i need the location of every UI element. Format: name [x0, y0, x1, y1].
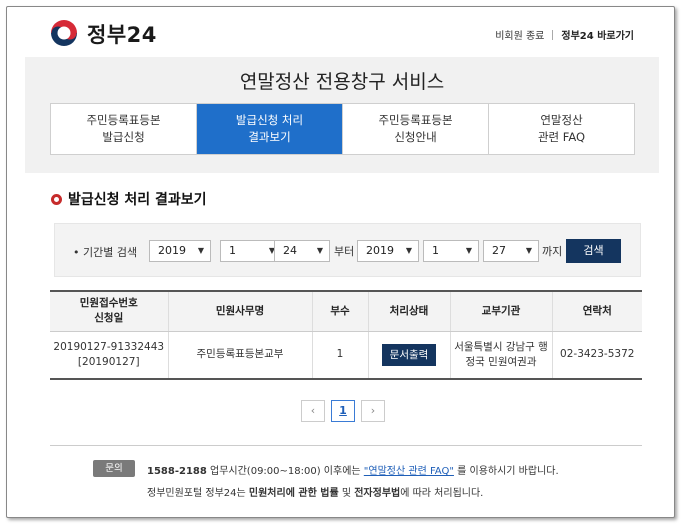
- to-month-value: 1: [432, 244, 439, 257]
- header-copies: 부수: [311, 291, 368, 332]
- search-button[interactable]: 검색: [566, 239, 621, 263]
- inquiry-tail: 를 이용하시기 바랍니다.: [453, 466, 559, 477]
- caret-down-icon: ▼: [197, 246, 204, 255]
- browser-frame: 정부24 비회원 종료 정부24 바로가기 연말정산 전용창구 서비스 주민등록…: [6, 6, 675, 518]
- brand-name[interactable]: 정부24: [87, 19, 157, 49]
- period-search-box: • 기간별 검색 2019 ▼ 1 ▼ 24 ▼ 부터 2019 ▼ 1 ▼ 2…: [54, 223, 641, 277]
- from-day-select[interactable]: 24 ▼: [274, 240, 330, 262]
- banner-title: 연말정산 전용창구 서비스: [239, 71, 445, 93]
- from-year-select[interactable]: 2019 ▼: [149, 240, 211, 262]
- bullet-ring-icon: [51, 193, 62, 205]
- gov24-shortcut-link[interactable]: 정부24 바로가기: [561, 27, 634, 42]
- inquiry-phone: 1588-2188: [147, 466, 207, 477]
- section-title-text: 발급신청 처리 결과보기: [68, 192, 207, 208]
- legal-text-a: 정부민원포털 정부24는: [147, 488, 249, 499]
- application-date: [20190127]: [77, 355, 140, 368]
- tab-view-results[interactable]: 발급신청 처리 결과보기: [196, 104, 342, 154]
- legal-notice: 정부민원포털 정부24는 민원처리에 관한 법률 및 전자정부법에 따라 처리됩…: [147, 484, 483, 499]
- cell-agency: 서울특별시 강남구 행 정국 민원여권과: [449, 331, 552, 380]
- header-receipt-line1: 민원접수번호: [79, 297, 138, 310]
- legal-text-b: 민원처리에 관한 법률: [248, 488, 339, 499]
- period-search-label: • 기간별 검색: [73, 246, 138, 259]
- header-status: 처리상태: [367, 291, 450, 332]
- results-table: 민원접수번호 신청일 민원사무명 부수 처리상태 교부기관 연락처 201901…: [50, 290, 642, 380]
- tab-label-line1: 연말정산: [540, 113, 583, 127]
- section-title: 발급신청 처리 결과보기: [51, 189, 207, 209]
- caret-down-icon: ▼: [525, 246, 532, 255]
- caret-down-icon: ▼: [465, 246, 472, 255]
- inquiry-hours: 업무시간(09:00~18:00) 이후에는: [206, 466, 364, 477]
- from-month-value: 1: [229, 244, 236, 257]
- header-contact: 연락처: [551, 291, 642, 332]
- header-agency: 교부기관: [449, 291, 552, 332]
- tab-label-line2: 신청안내: [394, 130, 437, 144]
- table-header-row: 민원접수번호 신청일 민원사무명 부수 처리상태 교부기관 연락처: [50, 291, 642, 332]
- cell-receipt: 20190127-91332443 [20190127]: [50, 331, 168, 380]
- to-month-select[interactable]: 1 ▼: [423, 240, 479, 262]
- agency-line2: 정국 민원여권과: [465, 355, 537, 368]
- from-word: 부터: [334, 245, 355, 258]
- pagination: ‹ 1 ›: [301, 400, 385, 422]
- receipt-number: 20190127-91332443: [53, 340, 165, 353]
- tab-label-line1: 주민등록표등본: [378, 113, 453, 127]
- header-receipt: 민원접수번호 신청일: [50, 291, 168, 332]
- tab-label-line1: 주민등록표등본: [86, 113, 161, 127]
- to-day-select[interactable]: 27 ▼: [483, 240, 539, 262]
- agency-line1: 서울특별시 강남구 행: [454, 340, 548, 353]
- legal-text-d: 전자정부법: [354, 488, 401, 499]
- tab-label-line2: 결과보기: [248, 130, 291, 144]
- cell-copies: 1: [311, 331, 368, 380]
- tab-label-line2: 발급신청: [102, 130, 145, 144]
- from-day-value: 24: [283, 244, 297, 257]
- header-receipt-line2: 신청일: [94, 312, 124, 325]
- next-page-button[interactable]: ›: [361, 400, 385, 422]
- site-header: 정부24 비회원 종료 정부24 바로가기: [7, 7, 674, 57]
- tab-label-line1: 발급신청 처리: [235, 113, 304, 127]
- service-tabs: 주민등록표등본 발급신청 발급신청 처리 결과보기 주민등록표등본 신청안내 연…: [50, 103, 635, 155]
- to-year-select[interactable]: 2019 ▼: [357, 240, 419, 262]
- legal-text-c: 및: [338, 488, 355, 499]
- inquiry-badge: 문의: [93, 460, 135, 477]
- legal-text-e: 에 따라 처리됩니다.: [400, 488, 484, 499]
- cell-contact: 02-3423-5372: [551, 331, 642, 380]
- caret-down-icon: ▼: [316, 246, 323, 255]
- faq-link[interactable]: "연말정산 관련 FAQ": [364, 466, 454, 477]
- prev-page-button[interactable]: ‹: [301, 400, 325, 422]
- tab-apply-certificate[interactable]: 주민등록표등본 발급신청: [51, 104, 196, 154]
- top-links: 비회원 종료 정부24 바로가기: [495, 27, 634, 42]
- cell-service: 주민등록표등본교부: [167, 331, 312, 380]
- to-year-value: 2019: [366, 244, 394, 257]
- tab-application-guide[interactable]: 주민등록표등본 신청안내: [342, 104, 488, 154]
- service-banner: 연말정산 전용창구 서비스 주민등록표등본 발급신청 발급신청 처리 결과보기 …: [25, 57, 659, 173]
- from-year-value: 2019: [158, 244, 186, 257]
- tab-faq[interactable]: 연말정산 관련 FAQ: [488, 104, 634, 154]
- cell-status: 문서출력: [367, 331, 450, 380]
- tab-label-line2: 관련 FAQ: [537, 130, 586, 144]
- government-logo-icon[interactable]: [48, 17, 80, 49]
- to-day-value: 27: [492, 244, 506, 257]
- logout-link[interactable]: 비회원 종료: [495, 27, 544, 42]
- caret-down-icon: ▼: [405, 246, 412, 255]
- inquiry-info: 1588-2188 업무시간(09:00~18:00) 이후에는 "연말정산 관…: [147, 462, 559, 477]
- page-1-button[interactable]: 1: [331, 400, 355, 422]
- footer-divider: [50, 445, 642, 446]
- table-row: 20190127-91332443 [20190127] 주민등록표등본교부 1…: [50, 331, 642, 380]
- from-month-select[interactable]: 1 ▼: [220, 240, 282, 262]
- header-service: 민원사무명: [167, 291, 312, 332]
- link-divider: [552, 29, 554, 40]
- print-document-button[interactable]: 문서출력: [381, 343, 437, 366]
- to-word: 까지: [542, 245, 563, 258]
